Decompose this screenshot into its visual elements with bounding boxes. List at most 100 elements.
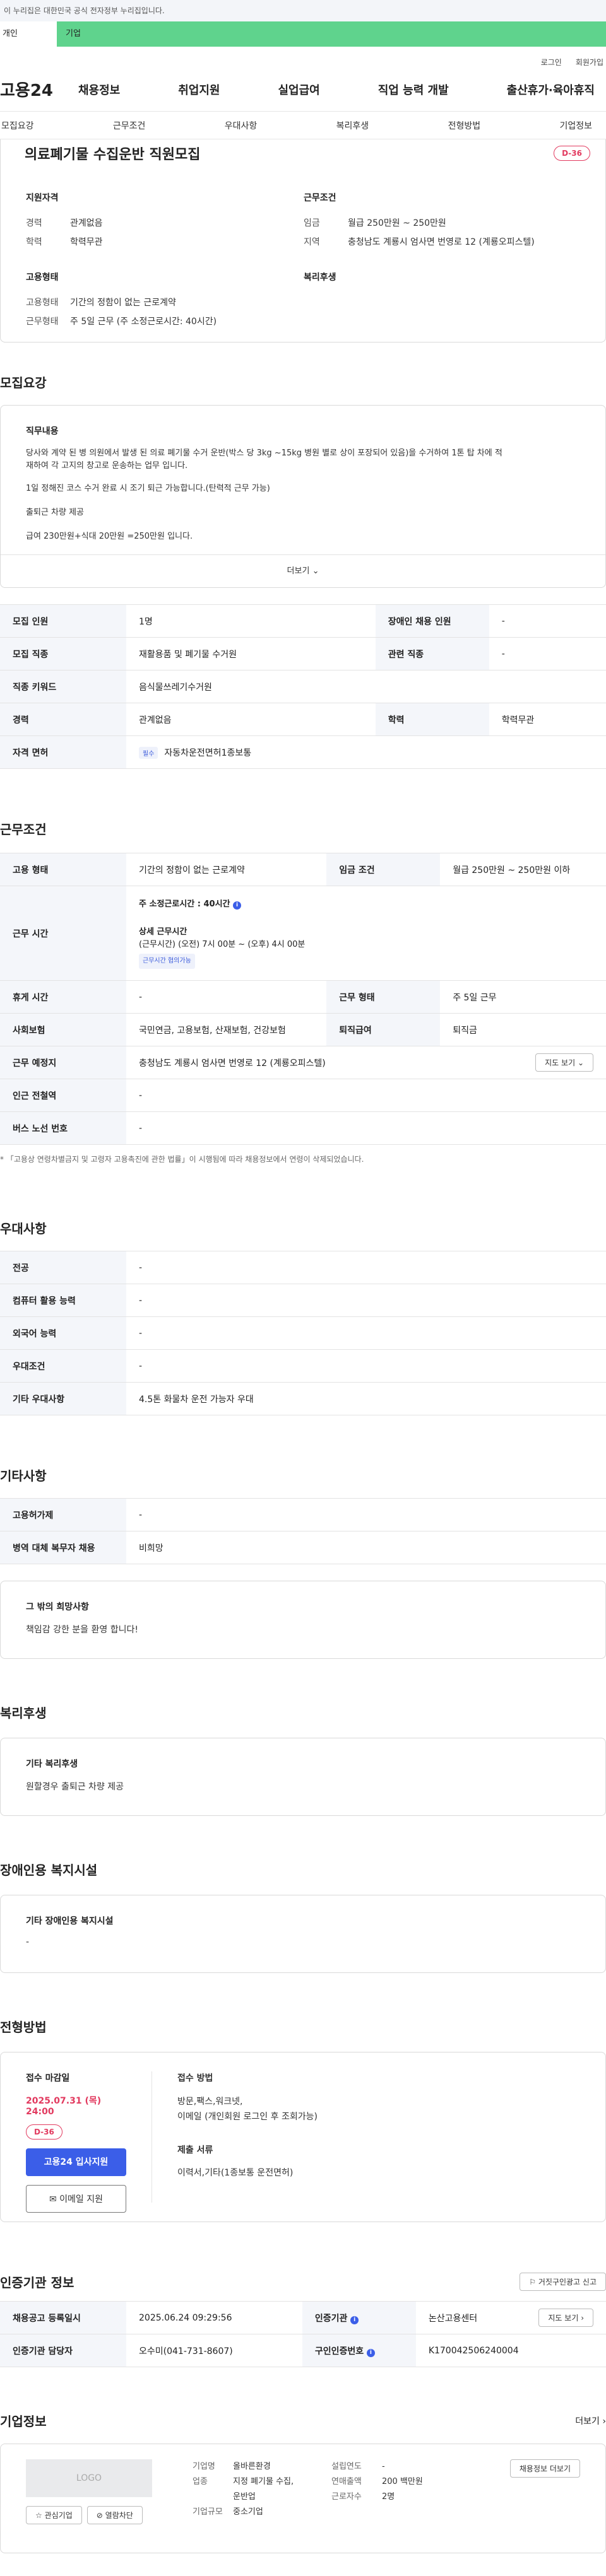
apply-dday-badge: D-36 bbox=[26, 2124, 62, 2140]
cell-label: 모집 인원 bbox=[0, 604, 126, 638]
cell-value: 2025.06.24 09:29:56 bbox=[126, 2301, 302, 2334]
gnb-employment-support[interactable]: 취업지원 bbox=[169, 81, 229, 98]
anchor-apply[interactable]: 전형방법 bbox=[447, 119, 482, 132]
table-row: 인근 전철역 - bbox=[0, 1079, 606, 1112]
report-ad-button[interactable]: ⚐ 거짓구인광고 신고 bbox=[520, 2273, 606, 2291]
disability-value: - bbox=[26, 1937, 30, 1947]
site-logo[interactable]: 고용24 bbox=[0, 78, 69, 101]
cell-label: 컴퓨터 활용 능력 bbox=[0, 1284, 126, 1317]
staff-label: 근로자수 bbox=[331, 2492, 362, 2502]
anchor-recruit[interactable]: 모집요강 bbox=[0, 119, 35, 132]
founded-label: 설립연도 bbox=[331, 2462, 362, 2471]
map-button-label: 지도 보기 bbox=[545, 1058, 576, 1067]
table-row: 휴게 시간 - 근무 형태 주 5일 근무 bbox=[0, 980, 606, 1014]
info-icon[interactable]: i bbox=[233, 901, 242, 910]
cell-value: 음식물쓰레기수거원 bbox=[126, 670, 606, 703]
cell-label: 퇴직급여 bbox=[326, 1013, 441, 1046]
table-row: 우대조건 - bbox=[0, 1349, 606, 1383]
cell-label: 근무 예정지 bbox=[0, 1046, 126, 1079]
industry-label: 업종 bbox=[193, 2477, 208, 2486]
cell-value: - bbox=[489, 604, 606, 638]
sales-label: 연매출액 bbox=[331, 2477, 362, 2486]
cell-label: 인증기관 i bbox=[302, 2301, 416, 2334]
cell-value: 오수미(041-731-8607) bbox=[126, 2334, 302, 2367]
duty-title: 직무내용 bbox=[26, 426, 59, 436]
career-label: 경력 bbox=[26, 218, 42, 228]
org-map-label: 지도 보기 bbox=[548, 2314, 579, 2322]
other-wishes-value: 책임감 강한 분을 환영 합니다! bbox=[26, 1625, 138, 1635]
cell-label: 모집 직종 bbox=[0, 637, 126, 670]
employment-type-title: 고용형태 bbox=[26, 272, 59, 283]
table-row: 사회보험 국민연금, 고용보험, 산재보험, 건강보험 퇴직급여 퇴직금 bbox=[0, 1013, 606, 1046]
apply-section-title: 전형방법 bbox=[0, 2020, 47, 2035]
more-button[interactable]: 더보기 ⌄ bbox=[1, 554, 605, 587]
cell-label: 기타 우대사항 bbox=[0, 1382, 126, 1415]
welfare-summary-title: 복리후생 bbox=[304, 272, 336, 283]
cell-label: 휴게 시간 bbox=[0, 980, 126, 1014]
apply-box: 접수 마감일 2025.07.31 (목) 24:00 D-36 고용24 입사… bbox=[0, 2052, 606, 2222]
cell-value: 관계없음 bbox=[126, 703, 376, 736]
info-icon[interactable]: i bbox=[366, 2348, 375, 2357]
disability-section-title: 장애인용 복지시설 bbox=[0, 1863, 98, 1878]
table-row: 전공 - bbox=[0, 1251, 606, 1284]
anchor-conditions[interactable]: 근무조건 bbox=[112, 119, 147, 132]
etc-table: 고용허가제 - 병역 대체 복무자 채용 비희망 bbox=[0, 1498, 606, 1564]
cell-value: 국민연금, 고용보험, 산재보험, 건강보험 bbox=[126, 1013, 327, 1046]
deadline-value: 2025.07.31 (목) 24:00 bbox=[26, 2096, 102, 2117]
anchor-company[interactable]: 기업정보 bbox=[558, 119, 593, 132]
anchor-preference[interactable]: 우대사항 bbox=[223, 119, 259, 132]
table-row: 고용 형태 기간의 정함이 없는 근로계약 임금 조건 월급 250만원 ~ 2… bbox=[0, 853, 606, 886]
education-label: 학력 bbox=[26, 237, 42, 247]
region-value: 충청남도 계룡시 엄사면 번영로 12 (계룡오피스텔) bbox=[348, 237, 535, 247]
recruit-table: 모집 인원 1명 장애인 채용 인원 - 모집 직종 재활용품 및 폐기물 수거… bbox=[0, 604, 606, 769]
company-more-link[interactable]: 더보기 › bbox=[575, 2415, 606, 2427]
email-apply-button[interactable]: ✉ 이메일 지원 bbox=[26, 2185, 126, 2213]
job-summary-card: 의료폐기물 수집운반 직원모집 D-36 지원자격 경력 관계없음 학력 학력무관 … bbox=[0, 139, 606, 342]
chevron-down-icon: ⌄ bbox=[312, 566, 319, 576]
cell-value: 재활용품 및 폐기물 수거원 bbox=[126, 637, 376, 670]
gnb-training[interactable]: 직업 능력 개발 bbox=[369, 81, 458, 98]
disability-box: 기타 장애인용 복지시설 - bbox=[0, 1895, 606, 1973]
gnb-jobs[interactable]: 채용정보 bbox=[69, 81, 129, 98]
method-value: 방문,팩스,워크넷, bbox=[177, 2097, 243, 2107]
org-map-button[interactable]: 지도 보기 › bbox=[538, 2309, 593, 2327]
welfare-box: 기타 복리후생 원할경우 출퇴근 차량 제공 bbox=[0, 1738, 606, 1816]
cell-value: 충청남도 계룡시 엄사면 번영로 12 (계룡오피스텔) 지도 보기 ⌄ bbox=[126, 1046, 606, 1079]
cert-section-title: 인증기관 정보 bbox=[0, 2275, 74, 2290]
mail-icon: ✉ bbox=[49, 2194, 57, 2204]
etc-section-title: 기타사항 bbox=[0, 1468, 47, 1484]
block-label: 열람차단 bbox=[105, 2511, 133, 2520]
cell-value: 주 5일 근무 bbox=[440, 980, 606, 1014]
company-section-title: 기업정보 bbox=[0, 2414, 47, 2429]
cell-label: 장애인 채용 인원 bbox=[375, 604, 489, 638]
block-view-button[interactable]: ⊘ 열람차단 bbox=[86, 2506, 143, 2524]
method-value-2: 이메일 (개인회원 로그인 후 조회가능) bbox=[177, 2112, 318, 2122]
cell-label: 근무 형태 bbox=[326, 980, 441, 1014]
anchor-welfare[interactable]: 복리후생 bbox=[335, 119, 371, 132]
table-row: 고용허가제 - bbox=[0, 1498, 606, 1531]
career-value: 관계없음 bbox=[70, 218, 103, 228]
interest-company-button[interactable]: ☆ 관심기업 bbox=[26, 2506, 82, 2524]
tab-individual[interactable]: 개인 bbox=[0, 21, 57, 47]
table-row: 버스 노선 번호 - bbox=[0, 1111, 606, 1145]
join-link[interactable]: 회원가입 bbox=[576, 57, 603, 67]
cell-label: 인증기관 담당자 bbox=[0, 2334, 126, 2367]
cell-value: - bbox=[126, 1316, 606, 1350]
docs-value: 이력서,기타(1종보통 운전면허) bbox=[177, 2168, 294, 2178]
recruit-section-title: 모집요강 bbox=[0, 375, 47, 390]
company-jobs-button[interactable]: 채용정보 더보기 bbox=[509, 2459, 580, 2478]
info-icon[interactable]: i bbox=[350, 2315, 359, 2324]
login-link[interactable]: 로그인 bbox=[541, 57, 562, 67]
cell-label: 사회보험 bbox=[0, 1013, 126, 1046]
tab-business[interactable]: 기업 bbox=[57, 21, 606, 47]
cell-label: 직종 키워드 bbox=[0, 670, 126, 703]
map-button[interactable]: 지도 보기 ⌄ bbox=[535, 1053, 593, 1072]
cell-value: 4.5톤 화물차 운전 가능자 우대 bbox=[126, 1382, 606, 1415]
apply-button[interactable]: 고용24 입사지원 bbox=[26, 2148, 126, 2176]
preference-table: 전공 - 컴퓨터 활용 능력 - 외국어 능력 - 우대조건 - 기타 우대사항 4.5톤… bbox=[0, 1251, 606, 1415]
industry-value-2: 운반업 bbox=[233, 2492, 256, 2502]
cell-label: 우대조건 bbox=[0, 1349, 126, 1383]
gnb-leave[interactable]: 출산휴가·육아휴직 bbox=[498, 81, 603, 98]
cell-value: 기간의 정함이 없는 근로계약 bbox=[126, 853, 327, 886]
gnb-unemployment[interactable]: 실업급여 bbox=[270, 81, 329, 98]
